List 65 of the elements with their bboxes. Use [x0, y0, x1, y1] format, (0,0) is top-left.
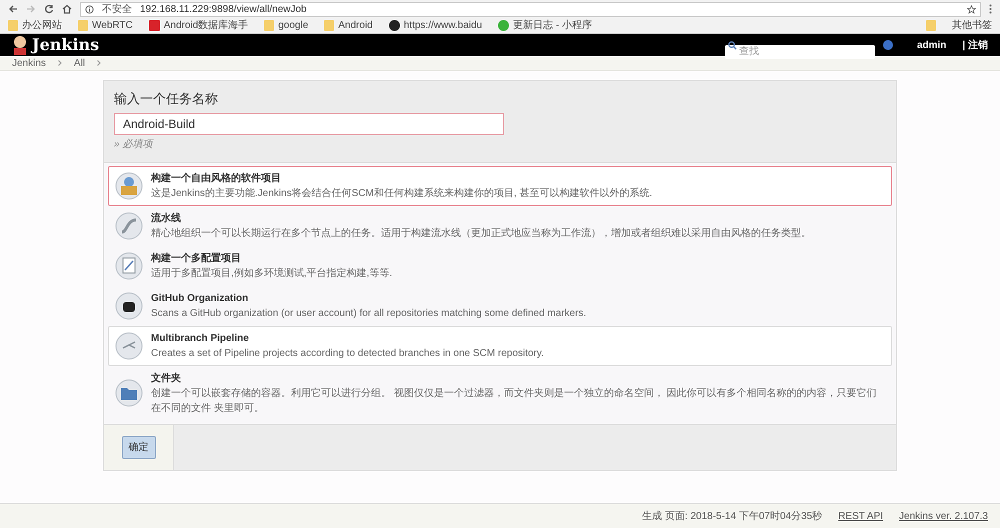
job-type-item[interactable]: 流水线 精心地组织一个可以长期运行在多个节点上的任务。适用于构建流水线（更加正式地应当称为工作流），增加或者组织难以采用自由风格的任务类型。 [108, 206, 892, 246]
folder-icon [324, 20, 334, 31]
url-text: 192.168.11.229:9898/view/all/newJob [140, 2, 307, 16]
menu-icon[interactable] [989, 4, 992, 14]
item-title: 构建一个多配置项目 [151, 252, 242, 266]
item-title: 流水线 [151, 211, 182, 226]
folder-icon [264, 20, 274, 31]
home-icon[interactable] [62, 4, 72, 14]
github-icon [388, 20, 400, 31]
bookmark-link[interactable]: https://www.baidu [404, 18, 482, 33]
item-title: 构建一个自由风格的软件项目 [151, 172, 282, 186]
search-icon [728, 40, 737, 50]
item-description: 这是Jenkins的主要功能.Jenkins将会结合任何SCM和任何构建系统来构建你的项目, 甚至可以构建软件以外的系统. [151, 186, 652, 200]
folder-icon [78, 20, 88, 31]
folder-icon [8, 20, 18, 31]
item-description: Creates a set of Pipeline projects according to detected branches in one SCM repository. [151, 346, 544, 360]
bookmark-link[interactable]: Android [338, 18, 373, 33]
chat-icon [498, 20, 510, 31]
item-description: 精心地组织一个可以长期运行在多个节点上的任务。适用于构建流水线（更加正式地应当称为工作流），增加或者组织难以采用自由风格的任务类型。 [151, 226, 811, 240]
item-title: GitHub Organization [151, 292, 250, 306]
bookmark-link[interactable]: Android数据库海手 [164, 18, 248, 33]
ok-button[interactable]: 确定 [122, 436, 156, 458]
item-title: Multibranch Pipeline [151, 332, 250, 346]
breadcrumb-link[interactable]: Jenkins [12, 56, 46, 70]
info-icon [85, 4, 94, 14]
chevron-icon [97, 60, 102, 66]
job-type-item[interactable]: Multibranch Pipeline Creates a set of Pipeline projects according to detected branches in one SCM repository. [108, 326, 892, 366]
job-name-field[interactable]: Android-Build [114, 112, 504, 134]
bookmark-link[interactable]: 其他书签 [952, 18, 992, 33]
job-type-item[interactable]: 构建一个自由风格的软件项目 这是Jenkins的主要功能.Jenkins将会结合任何SCM和任何构建系统来构建你的项目, 甚至可以构建软件以外的系统. [108, 166, 892, 206]
generated-time: 生成 页面: 2018-5-14 下午07时04分35秒 [642, 510, 822, 524]
bookmark-link[interactable]: WebRTC [92, 18, 133, 33]
back-icon[interactable] [8, 4, 18, 14]
user-link[interactable]: admin [916, 38, 946, 52]
folder-icon [926, 20, 936, 31]
jenkins-logo[interactable]: Jenkins [32, 33, 100, 57]
branch-icon [115, 332, 143, 360]
chevron-icon [58, 60, 62, 66]
bookmark-link[interactable]: 更新日志 - 小程序 [513, 18, 592, 33]
form-title: 输入一个任务名称 [114, 90, 219, 108]
security-label: 不安全 [102, 2, 132, 16]
required-note: » 必填项 [114, 138, 155, 152]
bookmark-link[interactable]: google [278, 18, 308, 33]
search-field[interactable]: 查找 [724, 44, 875, 58]
pipe-icon [115, 212, 143, 240]
item-description: 适用于多配置项目,例如多环境测试,平台指定构建,等等. [151, 266, 392, 280]
star-icon[interactable] [967, 4, 976, 14]
breadcrumb-link[interactable]: All [74, 56, 86, 70]
job-type-item[interactable]: GitHub Organization Scans a GitHub organization (or user account) for all repositories matching some defined markers. [108, 286, 892, 326]
version-link[interactable]: Jenkins ver. 2.107.3 [899, 508, 988, 524]
job-type-item[interactable]: 文件夹 创建一个可以嵌套存储的容器。利用它可以进行分组。 视图仅仅是一个过滤器，而文件夹则是一个独立的命名空间， 因此你可以有多个相同名称的的内容，只要它们在不同的文件 夹里即可。 [108, 366, 892, 420]
bookmark-link[interactable]: 办公网站 [22, 18, 62, 33]
package-icon [115, 172, 143, 200]
document-icon [115, 252, 143, 280]
logout-link[interactable]: | 注销 [962, 38, 988, 52]
rest-api-link[interactable]: REST API [838, 508, 884, 524]
app-icon [148, 20, 160, 31]
address-bar[interactable]: 不安全 192.168.11.229:9898/view/all/newJob [80, 2, 981, 16]
job-type-item[interactable]: 构建一个多配置项目 适用于多配置项目,例如多环境测试,平台指定构建,等等. [108, 246, 892, 286]
item-description: Scans a GitHub organization (or user account) for all repositories matching some defined markers. [151, 306, 586, 320]
help-icon[interactable] [882, 40, 893, 50]
reload-icon[interactable] [44, 4, 54, 14]
item-description: 创建一个可以嵌套存储的容器。利用它可以进行分组。 视图仅仅是一个过滤器，而文件夹则是一个独立的命名空间， 因此你可以有多个相同名称的的内容，只要它们在不同的文件 夹里即可。 [151, 386, 878, 416]
item-title: 文件夹 [151, 372, 182, 386]
folder-icon [115, 379, 143, 407]
